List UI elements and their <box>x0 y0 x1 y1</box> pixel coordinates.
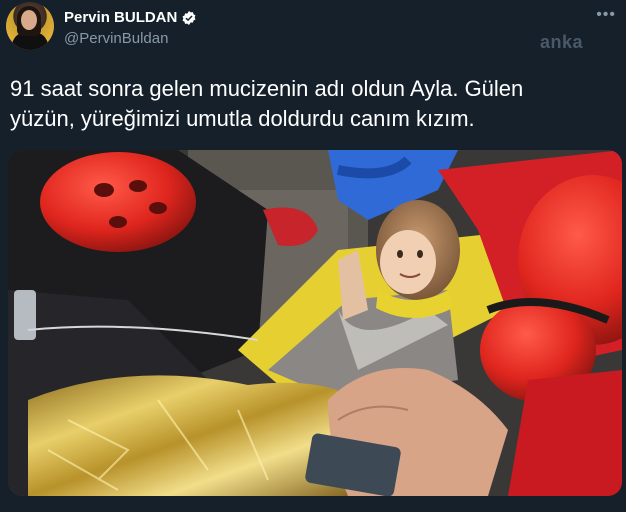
verified-badge-icon <box>182 10 196 25</box>
author-avatar[interactable] <box>6 2 54 50</box>
avatar-face <box>21 10 37 30</box>
more-options-icon[interactable]: ••• <box>596 6 616 24</box>
author-handle[interactable]: @PervinBuldan <box>64 30 168 47</box>
watermark-logo: anka <box>540 32 584 52</box>
author-name[interactable]: Pervin BULDAN <box>64 9 177 26</box>
rescue-photo-illustration <box>8 150 622 496</box>
tweet-text-line-1: 91 saat sonra gelen mucizenin adı oldun … <box>10 76 524 101</box>
author-name-row[interactable]: Pervin BULDAN <box>64 9 197 26</box>
tweet-photo[interactable] <box>8 150 622 496</box>
tweet-text-line-2: yüzün, yüreğimizi umutla doldurdu canım … <box>10 106 475 131</box>
tweet-text: 91 saat sonra gelen mucizenin adı oldun … <box>10 74 610 134</box>
